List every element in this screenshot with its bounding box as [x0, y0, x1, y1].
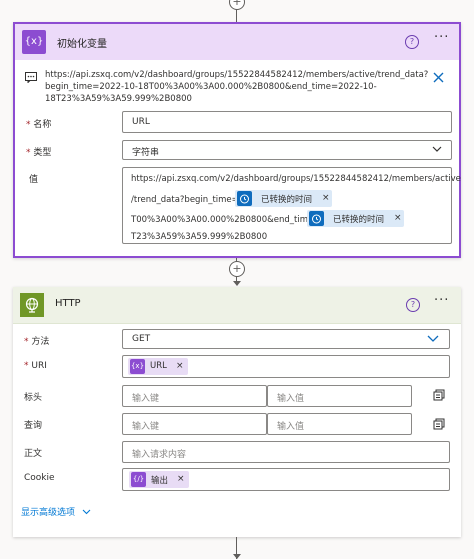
card-header[interactable]: {x} 初始化变量 ? ···: [15, 24, 459, 60]
uri-label: * URI: [24, 361, 47, 371]
switch-to-text-mode-icon[interactable]: [433, 418, 445, 433]
name-field[interactable]: URL: [122, 111, 452, 133]
cookie-output-token[interactable]: {/} 输出 ×: [129, 471, 189, 488]
expression-token[interactable]: 已转换的时间 ×: [235, 190, 332, 207]
arrow-down-icon: [233, 281, 241, 286]
variable-icon: {x}: [130, 359, 145, 374]
variable-icon: {x}: [22, 30, 46, 54]
insert-step-middle[interactable]: +: [229, 261, 245, 277]
value-field[interactable]: https://api.zsxq.com/v2/dashboard/groups…: [122, 167, 461, 244]
switch-to-text-mode-icon[interactable]: [433, 389, 445, 404]
body-input[interactable]: 输入请求内容: [122, 441, 450, 463]
initialize-variable-card: {x} 初始化变量 ? ··· https://api.zsxq.com/v2/…: [13, 22, 461, 258]
remove-token-icon[interactable]: ×: [177, 474, 185, 484]
remove-token-icon[interactable]: ×: [322, 193, 330, 203]
arrow-down-icon: [233, 554, 241, 559]
clock-icon: [237, 191, 252, 206]
remove-token-icon[interactable]: ×: [394, 213, 402, 223]
show-advanced-options-link[interactable]: 显示高级选项: [21, 505, 91, 518]
help-icon[interactable]: ?: [406, 298, 420, 312]
chevron-down-icon: [82, 508, 91, 518]
type-label: * 类型: [26, 148, 52, 158]
value-label: 值: [29, 175, 39, 185]
chevron-down-icon: [432, 146, 442, 156]
queries-label: 查询: [24, 421, 43, 431]
card-title: 初始化变量: [57, 39, 107, 50]
body-label: 正文: [24, 449, 43, 459]
http-card: HTTP ? ··· * 方法 GET * URI {x} URL × 标头 输…: [13, 287, 461, 537]
method-dropdown[interactable]: GET: [122, 329, 450, 349]
headers-label: 标头: [24, 393, 43, 403]
comment-icon: [25, 72, 37, 86]
remove-token-icon[interactable]: ×: [176, 361, 184, 371]
method-label: * 方法: [24, 337, 50, 347]
header-value-input[interactable]: 输入值: [267, 385, 412, 407]
close-comment-icon[interactable]: [433, 72, 444, 86]
card-header[interactable]: HTTP ? ···: [13, 287, 461, 324]
query-key-input[interactable]: 输入键: [122, 413, 267, 435]
card-title: HTTP: [55, 298, 81, 309]
insert-step-top[interactable]: +: [229, 0, 245, 10]
query-value-input[interactable]: 输入值: [267, 413, 412, 435]
expression-token[interactable]: 已转换的时间 ×: [307, 210, 404, 227]
comment-text[interactable]: https://api.zsxq.com/v2/dashboard/groups…: [45, 69, 428, 105]
cookie-field[interactable]: {/} 输出 ×: [122, 468, 450, 491]
more-options-button[interactable]: ···: [434, 30, 449, 45]
name-label: * 名称: [26, 120, 52, 130]
chevron-down-icon: [427, 335, 439, 346]
header-key-input[interactable]: 输入键: [122, 385, 267, 407]
uri-field[interactable]: {x} URL ×: [122, 355, 450, 378]
type-dropdown[interactable]: 字符串: [122, 140, 452, 160]
help-icon[interactable]: ?: [405, 35, 419, 49]
clock-icon: [309, 211, 324, 226]
more-options-button[interactable]: ···: [434, 293, 449, 308]
uri-variable-token[interactable]: {x} URL ×: [128, 358, 188, 375]
cookie-label: Cookie: [24, 473, 55, 483]
expression-icon: {/}: [131, 472, 146, 487]
globe-icon: [20, 293, 44, 317]
